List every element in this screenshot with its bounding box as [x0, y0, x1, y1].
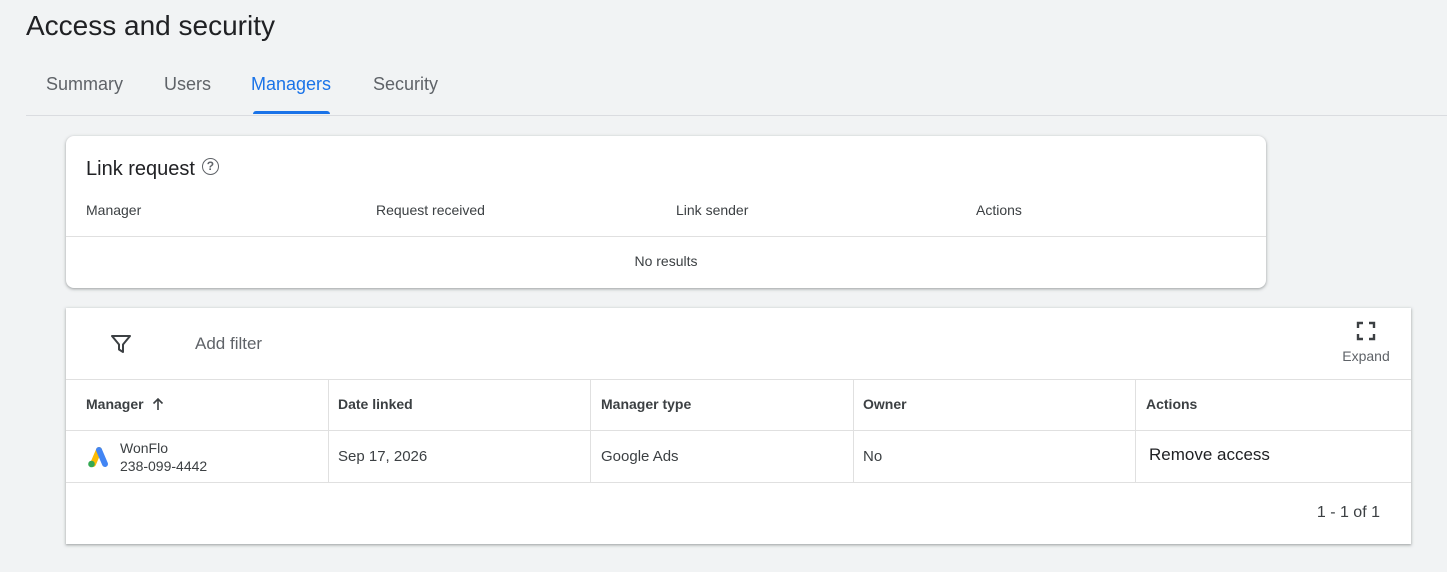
grid-top-border	[66, 379, 1411, 380]
link-request-divider	[66, 236, 1266, 237]
column-header-owner: Owner	[863, 396, 907, 412]
active-tab-indicator	[253, 111, 330, 114]
link-request-col-link-sender: Link sender	[676, 202, 749, 218]
tab-summary[interactable]: Summary	[44, 74, 125, 95]
column-header-manager[interactable]: Manager	[86, 396, 166, 412]
column-divider	[328, 379, 329, 483]
manager-type-cell: Google Ads	[601, 448, 679, 465]
managers-card: Add filter Expand Manager Date linked Ma…	[66, 308, 1411, 544]
help-icon[interactable]: ?	[201, 158, 219, 175]
tab-users[interactable]: Users	[162, 74, 213, 95]
manager-name[interactable]: WonFlo	[120, 439, 207, 457]
column-header-manager-label: Manager	[86, 396, 144, 412]
link-request-col-actions: Actions	[976, 202, 1022, 218]
link-request-title: Link request ?	[86, 158, 219, 181]
column-header-actions: Actions	[1146, 396, 1198, 412]
header-row-border	[66, 430, 1411, 431]
data-row-border	[66, 482, 1411, 483]
tab-bar: Summary Users Managers Security	[26, 60, 1447, 116]
owner-cell: No	[863, 448, 883, 465]
manager-account-id: 238-099-4442	[120, 458, 208, 474]
link-request-card: Link request ? Manager Request received …	[66, 136, 1266, 288]
column-divider	[853, 379, 854, 483]
link-request-col-manager: Manager	[86, 202, 142, 218]
remove-access-button[interactable]: Remove access	[1149, 445, 1270, 465]
tab-managers[interactable]: Managers	[249, 74, 333, 95]
tab-security[interactable]: Security	[371, 74, 440, 95]
page-title: Access and security	[26, 10, 275, 41]
link-request-col-request-received: Request received	[376, 202, 485, 218]
link-request-title-text: Link request	[86, 158, 195, 180]
pagination-label: 1 - 1 of 1	[1316, 504, 1380, 521]
expand-label: Expand	[1342, 348, 1390, 364]
add-filter-button[interactable]: Add filter	[195, 334, 262, 354]
arrow-up-icon	[152, 397, 163, 410]
column-header-date-linked: Date linked	[338, 396, 413, 412]
google-ads-logo	[88, 447, 108, 468]
column-header-manager-type: Manager type	[601, 396, 692, 412]
expand-icon	[1356, 321, 1376, 341]
manager-cell: WonFlo 238-099-4442	[86, 439, 207, 475]
expand-button[interactable]: Expand	[1336, 321, 1396, 364]
link-request-empty-text: No results	[634, 253, 698, 269]
filter-icon[interactable]	[109, 332, 133, 356]
column-divider	[1135, 379, 1136, 483]
column-divider	[590, 379, 591, 483]
date-linked-cell: Sep 17, 2026	[338, 448, 428, 465]
